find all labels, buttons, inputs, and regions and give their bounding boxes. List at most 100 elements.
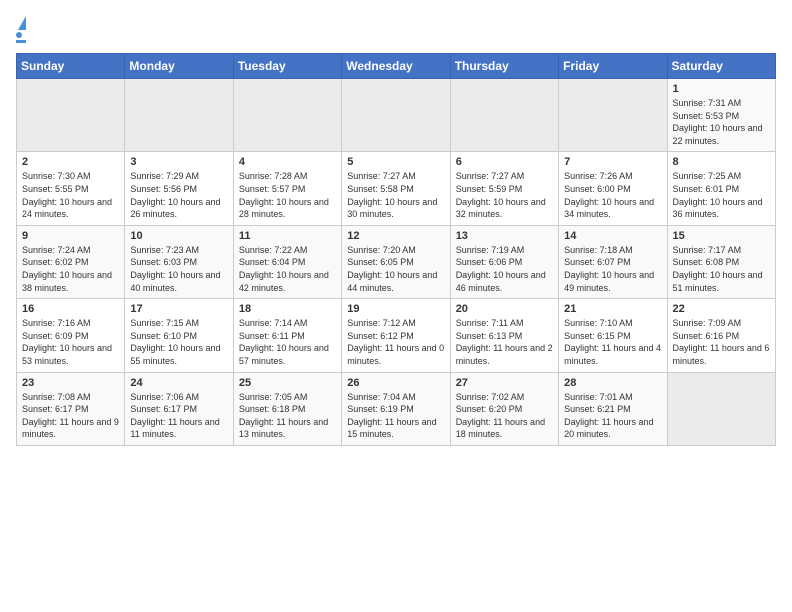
weekday-header-wednesday: Wednesday xyxy=(342,54,450,79)
day-number: 25 xyxy=(239,377,336,389)
weekday-header-sunday: Sunday xyxy=(17,54,125,79)
calendar-cell: 21 Sunrise: 7:10 AMSunset: 6:15 PMDayligh… xyxy=(559,299,667,372)
day-info: Sunrise: 7:27 AMSunset: 5:59 PMDaylight:… xyxy=(456,170,553,220)
calendar-cell: 3 Sunrise: 7:29 AMSunset: 5:56 PMDaylight… xyxy=(125,152,233,225)
logo-dot xyxy=(16,32,22,38)
day-number: 8 xyxy=(673,156,770,168)
calendar-cell xyxy=(450,79,558,152)
calendar-cell: 20 Sunrise: 7:11 AMSunset: 6:13 PMDayligh… xyxy=(450,299,558,372)
day-info: Sunrise: 7:23 AMSunset: 6:03 PMDaylight:… xyxy=(130,244,227,294)
calendar-table: SundayMondayTuesdayWednesdayThursdayFrid… xyxy=(16,53,776,446)
day-info: Sunrise: 7:18 AMSunset: 6:07 PMDaylight:… xyxy=(564,244,661,294)
calendar-cell xyxy=(559,79,667,152)
day-info: Sunrise: 7:05 AMSunset: 6:18 PMDaylight:… xyxy=(239,391,336,441)
day-number: 12 xyxy=(347,230,444,242)
day-number: 11 xyxy=(239,230,336,242)
calendar-week-row: 16 Sunrise: 7:16 AMSunset: 6:09 PMDayligh… xyxy=(17,299,776,372)
day-info: Sunrise: 7:19 AMSunset: 6:06 PMDaylight:… xyxy=(456,244,553,294)
day-info: Sunrise: 7:31 AMSunset: 5:53 PMDaylight:… xyxy=(673,97,770,147)
calendar-cell: 27 Sunrise: 7:02 AMSunset: 6:20 PMDayligh… xyxy=(450,372,558,445)
calendar-cell: 22 Sunrise: 7:09 AMSunset: 6:16 PMDayligh… xyxy=(667,299,775,372)
day-number: 24 xyxy=(130,377,227,389)
weekday-header-monday: Monday xyxy=(125,54,233,79)
logo-triangle-icon xyxy=(18,16,26,30)
day-info: Sunrise: 7:26 AMSunset: 6:00 PMDaylight:… xyxy=(564,170,661,220)
weekday-header-tuesday: Tuesday xyxy=(233,54,341,79)
calendar-cell: 10 Sunrise: 7:23 AMSunset: 6:03 PMDayligh… xyxy=(125,225,233,298)
day-number: 15 xyxy=(673,230,770,242)
calendar-cell: 7 Sunrise: 7:26 AMSunset: 6:00 PMDaylight… xyxy=(559,152,667,225)
calendar-cell: 18 Sunrise: 7:14 AMSunset: 6:11 PMDayligh… xyxy=(233,299,341,372)
weekday-header-row: SundayMondayTuesdayWednesdayThursdayFrid… xyxy=(17,54,776,79)
calendar-week-row: 2 Sunrise: 7:30 AMSunset: 5:55 PMDaylight… xyxy=(17,152,776,225)
calendar-week-row: 23 Sunrise: 7:08 AMSunset: 6:17 PMDayligh… xyxy=(17,372,776,445)
day-number: 1 xyxy=(673,83,770,95)
day-number: 21 xyxy=(564,303,661,315)
calendar-cell: 4 Sunrise: 7:28 AMSunset: 5:57 PMDaylight… xyxy=(233,152,341,225)
day-info: Sunrise: 7:06 AMSunset: 6:17 PMDaylight:… xyxy=(130,391,227,441)
calendar-cell: 19Sunrise: 7:12 AMSunset: 6:12 PMDayligh… xyxy=(342,299,450,372)
day-number: 18 xyxy=(239,303,336,315)
calendar-cell: 23 Sunrise: 7:08 AMSunset: 6:17 PMDayligh… xyxy=(17,372,125,445)
day-info: Sunrise: 7:29 AMSunset: 5:56 PMDaylight:… xyxy=(130,170,227,220)
day-number: 7 xyxy=(564,156,661,168)
page-header xyxy=(16,16,776,43)
calendar-cell: 13Sunrise: 7:19 AMSunset: 6:06 PMDayligh… xyxy=(450,225,558,298)
day-info: Sunrise: 7:04 AMSunset: 6:19 PMDaylight:… xyxy=(347,391,444,441)
day-info: Sunrise: 7:15 AMSunset: 6:10 PMDaylight:… xyxy=(130,317,227,367)
day-number: 22 xyxy=(673,303,770,315)
day-info: Sunrise: 7:08 AMSunset: 6:17 PMDaylight:… xyxy=(22,391,119,441)
day-info: Sunrise: 7:16 AMSunset: 6:09 PMDaylight:… xyxy=(22,317,119,367)
day-number: 26 xyxy=(347,377,444,389)
calendar-cell xyxy=(667,372,775,445)
calendar-cell: 5Sunrise: 7:27 AMSunset: 5:58 PMDaylight… xyxy=(342,152,450,225)
logo xyxy=(16,16,26,43)
calendar-cell: 15 Sunrise: 7:17 AMSunset: 6:08 PMDayligh… xyxy=(667,225,775,298)
calendar-cell: 17 Sunrise: 7:15 AMSunset: 6:10 PMDayligh… xyxy=(125,299,233,372)
day-number: 17 xyxy=(130,303,227,315)
logo-underline xyxy=(16,40,26,43)
day-number: 16 xyxy=(22,303,119,315)
day-info: Sunrise: 7:20 AMSunset: 6:05 PMDaylight:… xyxy=(347,244,444,294)
day-info: Sunrise: 7:17 AMSunset: 6:08 PMDaylight:… xyxy=(673,244,770,294)
calendar-week-row: 1 Sunrise: 7:31 AMSunset: 5:53 PMDaylight… xyxy=(17,79,776,152)
day-number: 9 xyxy=(22,230,119,242)
day-number: 23 xyxy=(22,377,119,389)
calendar-cell: 8Sunrise: 7:25 AMSunset: 6:01 PMDaylight… xyxy=(667,152,775,225)
calendar-cell: 1 Sunrise: 7:31 AMSunset: 5:53 PMDaylight… xyxy=(667,79,775,152)
calendar-cell: 12 Sunrise: 7:20 AMSunset: 6:05 PMDayligh… xyxy=(342,225,450,298)
day-info: Sunrise: 7:28 AMSunset: 5:57 PMDaylight:… xyxy=(239,170,336,220)
day-number: 2 xyxy=(22,156,119,168)
day-number: 3 xyxy=(130,156,227,168)
calendar-cell: 6 Sunrise: 7:27 AMSunset: 5:59 PMDaylight… xyxy=(450,152,558,225)
day-number: 20 xyxy=(456,303,553,315)
day-number: 28 xyxy=(564,377,661,389)
calendar-cell: 25 Sunrise: 7:05 AMSunset: 6:18 PMDayligh… xyxy=(233,372,341,445)
day-info: Sunrise: 7:01 AMSunset: 6:21 PMDaylight:… xyxy=(564,391,661,441)
day-info: Sunrise: 7:27 AMSunset: 5:58 PMDaylight:… xyxy=(347,170,444,220)
day-info: Sunrise: 7:10 AMSunset: 6:15 PMDaylight:… xyxy=(564,317,661,367)
day-number: 19 xyxy=(347,303,444,315)
day-number: 14 xyxy=(564,230,661,242)
weekday-header-friday: Friday xyxy=(559,54,667,79)
calendar-cell: 14 Sunrise: 7:18 AMSunset: 6:07 PMDayligh… xyxy=(559,225,667,298)
day-info: Sunrise: 7:14 AMSunset: 6:11 PMDaylight:… xyxy=(239,317,336,367)
day-info: Sunrise: 7:02 AMSunset: 6:20 PMDaylight:… xyxy=(456,391,553,441)
calendar-cell: 16 Sunrise: 7:16 AMSunset: 6:09 PMDayligh… xyxy=(17,299,125,372)
calendar-cell xyxy=(125,79,233,152)
weekday-header-saturday: Saturday xyxy=(667,54,775,79)
calendar-cell xyxy=(233,79,341,152)
day-number: 10 xyxy=(130,230,227,242)
calendar-cell: 26 Sunrise: 7:04 AMSunset: 6:19 PMDayligh… xyxy=(342,372,450,445)
day-info: Sunrise: 7:09 AMSunset: 6:16 PMDaylight:… xyxy=(673,317,770,367)
calendar-cell xyxy=(17,79,125,152)
day-number: 27 xyxy=(456,377,553,389)
calendar-cell xyxy=(342,79,450,152)
calendar-cell: 2 Sunrise: 7:30 AMSunset: 5:55 PMDaylight… xyxy=(17,152,125,225)
day-number: 6 xyxy=(456,156,553,168)
calendar-cell: 11Sunrise: 7:22 AMSunset: 6:04 PMDayligh… xyxy=(233,225,341,298)
day-info: Sunrise: 7:30 AMSunset: 5:55 PMDaylight:… xyxy=(22,170,119,220)
day-info: Sunrise: 7:11 AMSunset: 6:13 PMDaylight:… xyxy=(456,317,553,367)
day-number: 4 xyxy=(239,156,336,168)
calendar-cell: 9Sunrise: 7:24 AMSunset: 6:02 PMDaylight… xyxy=(17,225,125,298)
